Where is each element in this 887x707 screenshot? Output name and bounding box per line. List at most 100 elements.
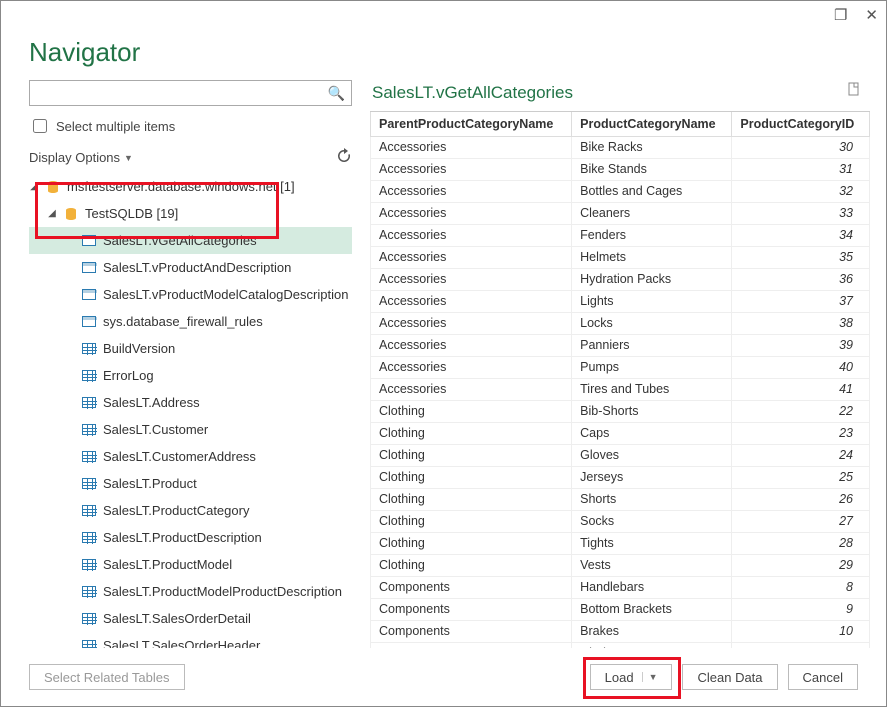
- restore-icon[interactable]: ❐: [834, 6, 847, 24]
- display-options-button[interactable]: Display Options ▼: [29, 150, 133, 165]
- table-cell: Bottles and Cages: [572, 180, 732, 202]
- table-cell: 10: [732, 620, 870, 642]
- chevron-down-icon: ▼: [124, 153, 133, 163]
- close-icon[interactable]: ✕: [865, 6, 878, 24]
- tree-item[interactable]: SalesLT.ProductCategory: [29, 497, 352, 524]
- table-cell: Shorts: [572, 488, 732, 510]
- search-input[interactable]: [36, 82, 328, 104]
- table-row[interactable]: AccessoriesFenders34: [371, 224, 870, 246]
- table-row[interactable]: AccessoriesTires and Tubes41: [371, 378, 870, 400]
- expand-icon[interactable]: ◢: [47, 208, 57, 219]
- tree-item[interactable]: ErrorLog: [29, 362, 352, 389]
- table-icon: [81, 503, 97, 519]
- select-multiple-row[interactable]: Select multiple items: [29, 116, 352, 136]
- table-row[interactable]: ClothingCaps23: [371, 422, 870, 444]
- table-cell: Clothing: [371, 444, 572, 466]
- table-row[interactable]: AccessoriesLocks38: [371, 312, 870, 334]
- tree-item[interactable]: SalesLT.ProductModelProductDescription: [29, 578, 352, 605]
- refresh-icon[interactable]: [336, 148, 352, 167]
- tree-item-label: ErrorLog: [103, 368, 154, 383]
- tree-item[interactable]: SalesLT.Product: [29, 470, 352, 497]
- tree-item-label: SalesLT.Customer: [103, 422, 208, 437]
- tree-item[interactable]: SalesLT.vGetAllCategories: [29, 227, 352, 254]
- load-button[interactable]: Load ▼: [590, 664, 673, 690]
- search-icon[interactable]: 🔍: [328, 85, 345, 102]
- table-cell: Accessories: [371, 224, 572, 246]
- table-row[interactable]: ClothingBib-Shorts22: [371, 400, 870, 422]
- preview-scroll[interactable]: ParentProductCategoryNameProductCategory…: [370, 111, 870, 648]
- table-row[interactable]: AccessoriesCleaners33: [371, 202, 870, 224]
- table-cell: Bib-Shorts: [572, 400, 732, 422]
- tree-database[interactable]: ◢ TestSQLDB [19]: [29, 200, 352, 227]
- table-cell: 30: [732, 136, 870, 158]
- table-row[interactable]: ClothingJerseys25: [371, 466, 870, 488]
- table-icon: [81, 341, 97, 357]
- cancel-button[interactable]: Cancel: [788, 664, 858, 690]
- page-title: Navigator: [1, 29, 886, 80]
- object-tree[interactable]: ◢msftestserver.database.windows.net [1]◢…: [29, 173, 352, 648]
- tree-item[interactable]: SalesLT.Customer: [29, 416, 352, 443]
- table-icon: [81, 449, 97, 465]
- table-row[interactable]: AccessoriesHydration Packs36: [371, 268, 870, 290]
- table-cell: Clothing: [371, 510, 572, 532]
- tree-item-label: TestSQLDB [19]: [85, 206, 178, 221]
- tree-item[interactable]: SalesLT.vProductModelCatalogDescription: [29, 281, 352, 308]
- table-cell: Accessories: [371, 180, 572, 202]
- tree-item[interactable]: sys.database_firewall_rules: [29, 308, 352, 335]
- table-cell: Gloves: [572, 444, 732, 466]
- tree-item-label: SalesLT.vProductModelCatalogDescription: [103, 287, 348, 302]
- table-row[interactable]: ClothingTights28: [371, 532, 870, 554]
- tree-item-label: SalesLT.ProductDescription: [103, 530, 262, 545]
- preview-options-icon[interactable]: [846, 82, 862, 103]
- table-row[interactable]: AccessoriesLights37: [371, 290, 870, 312]
- tree-item[interactable]: SalesLT.SalesOrderHeader: [29, 632, 352, 648]
- table-row[interactable]: ClothingVests29: [371, 554, 870, 576]
- table-cell: Accessories: [371, 136, 572, 158]
- tree-item[interactable]: SalesLT.ProductModel: [29, 551, 352, 578]
- table-cell: 37: [732, 290, 870, 312]
- table-cell: 40: [732, 356, 870, 378]
- chevron-down-icon[interactable]: ▼: [642, 672, 658, 682]
- table-cell: Handlebars: [572, 576, 732, 598]
- clean-data-button[interactable]: Clean Data: [682, 664, 777, 690]
- table-cell: 26: [732, 488, 870, 510]
- table-row[interactable]: ClothingSocks27: [371, 510, 870, 532]
- select-related-tables-button[interactable]: Select Related Tables: [29, 664, 185, 690]
- tree-item[interactable]: BuildVersion: [29, 335, 352, 362]
- table-cell: 32: [732, 180, 870, 202]
- table-row[interactable]: AccessoriesBottles and Cages32: [371, 180, 870, 202]
- tree-server[interactable]: ◢msftestserver.database.windows.net [1]: [29, 173, 352, 200]
- table-row[interactable]: ClothingGloves24: [371, 444, 870, 466]
- table-row[interactable]: AccessoriesBike Racks30: [371, 136, 870, 158]
- table-cell: Accessories: [371, 378, 572, 400]
- tree-item[interactable]: SalesLT.vProductAndDescription: [29, 254, 352, 281]
- tree-item[interactable]: SalesLT.SalesOrderDetail: [29, 605, 352, 632]
- search-box[interactable]: 🔍: [29, 80, 352, 106]
- tree-item[interactable]: SalesLT.ProductDescription: [29, 524, 352, 551]
- expand-icon[interactable]: ◢: [29, 181, 39, 192]
- table-cell: Accessories: [371, 268, 572, 290]
- tree-item-label: SalesLT.ProductModel: [103, 557, 232, 572]
- table-row[interactable]: AccessoriesPumps40: [371, 356, 870, 378]
- tree-item[interactable]: SalesLT.Address: [29, 389, 352, 416]
- table-cell: 28: [732, 532, 870, 554]
- table-row[interactable]: AccessoriesHelmets35: [371, 246, 870, 268]
- table-cell: Jerseys: [572, 466, 732, 488]
- tree-item[interactable]: SalesLT.CustomerAddress: [29, 443, 352, 470]
- column-header[interactable]: ParentProductCategoryName: [371, 112, 572, 136]
- view-icon: [81, 260, 97, 276]
- table-row[interactable]: ComponentsBrakes10: [371, 620, 870, 642]
- table-cell: 31: [732, 158, 870, 180]
- table-cell: Bottom Brackets: [572, 598, 732, 620]
- table-row[interactable]: ClothingShorts26: [371, 488, 870, 510]
- table-row[interactable]: AccessoriesBike Stands31: [371, 158, 870, 180]
- tree-item-label: SalesLT.Address: [103, 395, 200, 410]
- table-cell: Clothing: [371, 488, 572, 510]
- column-header[interactable]: ProductCategoryID: [732, 112, 870, 136]
- select-multiple-checkbox[interactable]: [33, 119, 47, 133]
- column-header[interactable]: ProductCategoryName: [572, 112, 732, 136]
- table-row[interactable]: ComponentsHandlebars8: [371, 576, 870, 598]
- table-cell: Tires and Tubes: [572, 378, 732, 400]
- table-row[interactable]: AccessoriesPanniers39: [371, 334, 870, 356]
- table-row[interactable]: ComponentsBottom Brackets9: [371, 598, 870, 620]
